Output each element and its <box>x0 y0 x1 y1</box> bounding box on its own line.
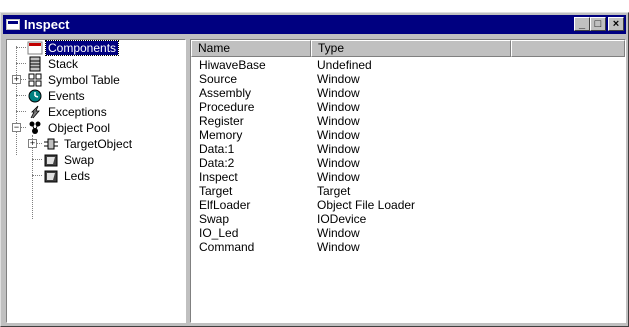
list-row[interactable]: Target Target <box>191 184 625 198</box>
list-row[interactable]: Command Window <box>191 240 625 254</box>
tree-item-label: Stack <box>48 57 79 71</box>
list-row[interactable]: Data:2 Window <box>191 156 625 170</box>
tree-item-events[interactable]: Events <box>27 88 87 104</box>
cell-name: Swap <box>199 212 230 226</box>
tree-item-label: Components <box>44 40 120 56</box>
tree-item-label: TargetObject <box>64 137 133 151</box>
list-row[interactable]: Assembly Window <box>191 86 625 100</box>
tree-connector <box>16 63 26 64</box>
tree-item-label: Object Pool <box>48 121 111 135</box>
cell-name: Assembly <box>199 86 252 100</box>
list-row[interactable]: IO_Led Window <box>191 226 625 240</box>
tree-item-swap[interactable]: Swap <box>43 152 96 168</box>
list-row[interactable]: Memory Window <box>191 128 625 142</box>
maximize-button[interactable]: □ <box>590 17 606 31</box>
swap-icon <box>43 152 59 168</box>
cell-type: Window <box>317 128 360 142</box>
cell-type: Object File Loader <box>317 198 416 212</box>
leds-icon <box>43 168 59 184</box>
cell-type: Undefined <box>317 58 372 72</box>
list-row[interactable]: Procedure Window <box>191 100 625 114</box>
tree-view[interactable]: + − + Components Stack Symbol Table Even… <box>6 39 186 323</box>
cell-name: Command <box>199 240 255 254</box>
list-row[interactable]: Inspect Window <box>191 170 625 184</box>
minimize-button[interactable]: _ <box>574 17 590 31</box>
cell-type: Target <box>317 184 351 198</box>
list-header: Name Type <box>191 40 625 57</box>
tree-connector <box>21 79 26 80</box>
cell-name: Target <box>199 184 233 198</box>
cell-name: IO_Led <box>199 226 239 240</box>
tree-item-leds[interactable]: Leds <box>43 168 92 184</box>
cell-type: Window <box>317 226 360 240</box>
close-button[interactable]: × <box>608 17 624 31</box>
tree-item-label: Swap <box>64 153 95 167</box>
cell-name: ElfLoader <box>199 198 251 212</box>
tree-connector <box>16 95 26 96</box>
cell-name: Register <box>199 114 244 128</box>
tree-connector <box>32 175 42 176</box>
cell-name: Data:2 <box>199 156 235 170</box>
cell-type: IODevice <box>317 212 367 226</box>
tree-item-label: Exceptions <box>48 105 107 119</box>
tree-connector <box>21 127 26 128</box>
cell-type: Window <box>317 156 360 170</box>
title-bar[interactable]: Inspect _ □ × <box>3 15 626 34</box>
list-body: HiwaveBase Undefined Source Window Assembl… <box>191 58 625 254</box>
tree-item-symbol-table[interactable]: Symbol Table <box>27 72 122 88</box>
cell-type: Window <box>317 100 360 114</box>
object-pool-icon <box>27 120 43 136</box>
list-row[interactable]: Swap IODevice <box>191 212 625 226</box>
tree-item-label: Leds <box>64 169 91 183</box>
tree-item-target-object[interactable]: TargetObject <box>43 136 134 152</box>
cell-type: Window <box>317 72 360 86</box>
tree-connector <box>32 159 42 160</box>
window-icon <box>6 19 20 30</box>
tree-item-stack[interactable]: Stack <box>27 56 80 72</box>
components-list[interactable]: Name Type HiwaveBase Undefined Source Wind… <box>190 39 626 323</box>
events-icon <box>27 88 43 104</box>
cell-type: Window <box>317 142 360 156</box>
tree-item-object-pool[interactable]: Object Pool <box>27 120 112 136</box>
cell-name: Data:1 <box>199 142 235 156</box>
list-row[interactable]: Register Window <box>191 114 625 128</box>
cell-name: Procedure <box>199 100 255 114</box>
column-header-type[interactable]: Type <box>311 40 511 57</box>
list-row[interactable]: ElfLoader Object File Loader <box>191 198 625 212</box>
tree-item-exceptions[interactable]: Exceptions <box>27 104 109 120</box>
cell-type: Window <box>317 114 360 128</box>
exceptions-icon <box>27 104 43 120</box>
tree-connector <box>37 143 42 144</box>
cell-type: Window <box>317 86 360 100</box>
cell-name: Source <box>199 72 238 86</box>
collapse-object-pool-toggle[interactable]: − <box>12 123 21 132</box>
expand-symbol-table-toggle[interactable]: + <box>12 75 21 84</box>
list-row[interactable]: HiwaveBase Undefined <box>191 58 625 72</box>
column-header-name[interactable]: Name <box>191 40 311 57</box>
symbol-table-icon <box>27 72 43 88</box>
cell-name: Inspect <box>199 170 238 184</box>
components-icon <box>27 40 43 56</box>
inspect-window: Inspect _ □ × + − + Components Stack Sym… <box>0 12 629 327</box>
cell-type: Window <box>317 170 360 184</box>
tree-item-label: Symbol Table <box>48 73 120 87</box>
expand-target-object-toggle[interactable]: + <box>28 139 37 148</box>
cell-name: Memory <box>199 128 243 142</box>
target-object-icon <box>43 136 59 152</box>
title-buttons: _ □ × <box>574 17 624 31</box>
tree-connector <box>16 111 26 112</box>
column-header-empty <box>511 40 625 57</box>
tree-item-label: Events <box>48 89 85 103</box>
tree-connector <box>16 47 26 48</box>
stack-icon <box>27 56 43 72</box>
window-title: Inspect <box>24 17 70 32</box>
list-row[interactable]: Source Window <box>191 72 625 86</box>
list-row[interactable]: Data:1 Window <box>191 142 625 156</box>
cell-name: HiwaveBase <box>199 58 266 72</box>
cell-type: Window <box>317 240 360 254</box>
tree-item-components[interactable]: Components <box>27 40 120 56</box>
